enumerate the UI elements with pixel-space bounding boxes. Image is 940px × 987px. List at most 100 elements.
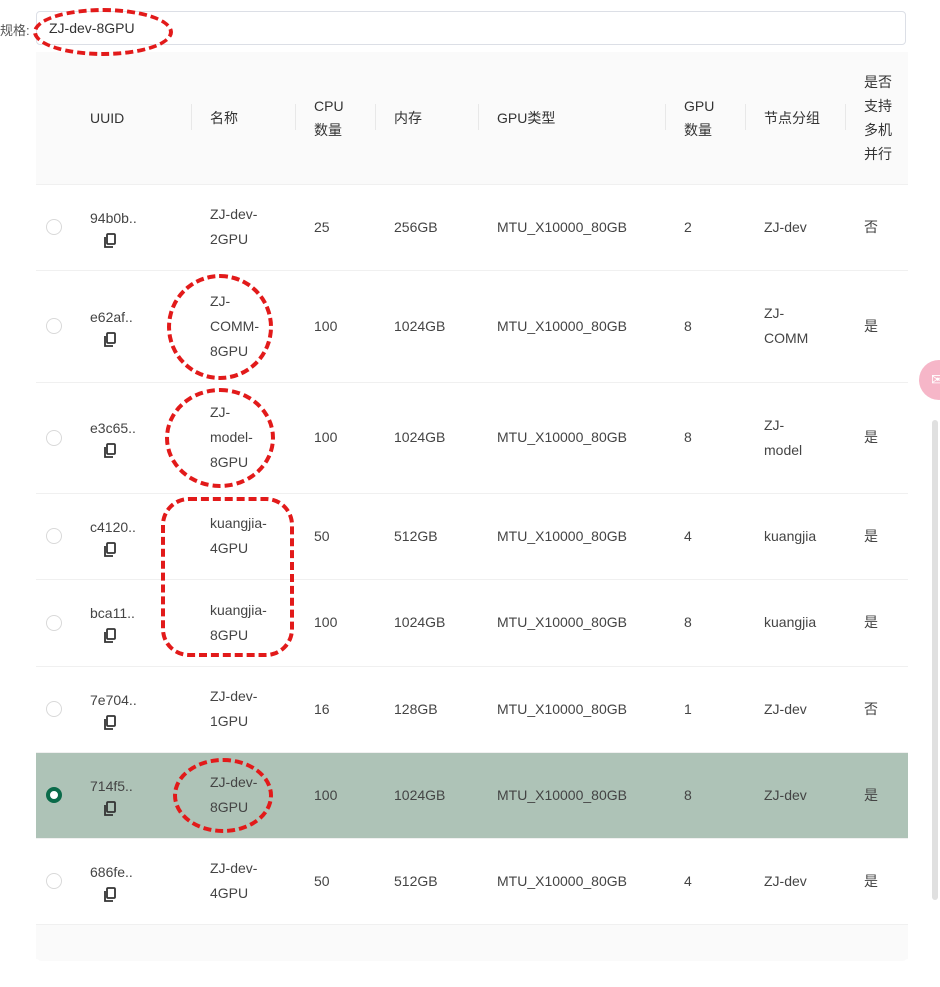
cell-cpu: 50	[314, 872, 330, 889]
row-select[interactable]	[36, 752, 90, 838]
cell-memory: 512GB	[394, 872, 438, 889]
header-multi-machine: 是否 支持 多机 并行	[864, 73, 892, 162]
copy-icon[interactable]	[103, 541, 117, 558]
copy-icon[interactable]	[103, 232, 117, 249]
cell-gpu-count: 8	[684, 429, 692, 445]
row-radio[interactable]	[46, 219, 62, 235]
cell-gpu-type: MTU_X10000_80GB	[497, 527, 627, 544]
uuid-text: c4120..	[90, 518, 136, 535]
cell-multi-machine: 是	[864, 527, 878, 544]
cell-name: ZJ- COMM- 8GPU	[210, 292, 259, 359]
header-gpu-type: GPU类型	[479, 52, 666, 184]
row-radio[interactable]	[46, 787, 62, 803]
cell-name: kuangjia- 8GPU	[210, 601, 267, 643]
cell-memory: 1024GB	[394, 317, 446, 334]
cell-gpu-count: 2	[684, 218, 692, 235]
table-row[interactable]: 7e704.. ZJ-dev- 1GPU 16 128GB MTU_X10000_80G…	[36, 666, 908, 752]
cell-multi-machine: 否	[864, 700, 878, 717]
spec-input[interactable]: ZJ-dev-8GPU	[36, 11, 906, 45]
table-row[interactable]: bca11.. kuangjia- 8GPU 100 1024GB MTU_X10000…	[36, 579, 908, 666]
cell-gpu-count: 8	[684, 317, 692, 334]
cell-gpu-count: 4	[684, 872, 692, 889]
cell-uuid: 94b0b..	[90, 184, 192, 270]
table-row[interactable]: e62af.. ZJ- COMM- 8GPU 100 1024GB MTU_X10000…	[36, 270, 908, 382]
cell-uuid: 7e704..	[90, 666, 192, 752]
cell-node-group: ZJ- COMM	[764, 305, 809, 346]
floating-chat-button[interactable]: ✉	[919, 360, 940, 400]
cell-cpu: 25	[314, 218, 330, 235]
uuid-text: bca11..	[90, 605, 135, 621]
row-radio[interactable]	[46, 429, 62, 446]
cell-memory: 1024GB	[394, 614, 446, 630]
row-select[interactable]	[36, 184, 90, 270]
copy-icon[interactable]	[103, 443, 117, 459]
table-row[interactable]: 94b0b.. ZJ-dev- 2GPU 25 256GB MTU_X10000_80G…	[36, 184, 908, 270]
cell-cpu: 100	[314, 429, 338, 445]
row-select[interactable]	[36, 666, 90, 752]
cell-gpu-type: MTU_X10000_80GB	[497, 317, 627, 334]
cell-node-group: ZJ-dev	[764, 700, 807, 717]
row-select[interactable]	[36, 579, 90, 666]
cell-gpu-type: MTU_X10000_80GB	[497, 218, 627, 235]
row-radio[interactable]	[46, 873, 62, 889]
cell-multi-machine: 是	[864, 614, 878, 630]
header-node-group: 节点分组	[746, 52, 846, 184]
cell-node-group: ZJ-dev	[764, 872, 807, 889]
row-radio[interactable]	[46, 614, 62, 631]
uuid-text: e62af..	[90, 308, 133, 325]
cell-name: ZJ-dev- 8GPU	[210, 774, 258, 815]
row-select[interactable]	[36, 838, 90, 924]
cell-multi-machine: 是	[864, 317, 878, 334]
cell-memory: 1024GB	[394, 429, 446, 445]
cell-uuid: 686fe..	[90, 838, 192, 924]
cell-gpu-type: MTU_X10000_80GB	[497, 614, 627, 630]
table-row[interactable]: e3c65.. ZJ- model- 8GPU 100 1024GB MTU_X1000…	[36, 382, 908, 493]
cell-uuid: c4120..	[90, 493, 192, 579]
cell-memory: 512GB	[394, 527, 438, 544]
cell-gpu-type: MTU_X10000_80GB	[497, 429, 627, 445]
copy-icon[interactable]	[103, 714, 117, 731]
cell-multi-machine: 是	[864, 872, 878, 889]
table-row[interactable]: 686fe.. ZJ-dev- 4GPU 50 512GB MTU_X10000_80G…	[36, 838, 908, 924]
table-header-row: UUID 名称 CPU 数量 内存 GPU类型 GPU 数量 节点分组 是否 支…	[36, 52, 908, 184]
cell-memory: 128GB	[394, 700, 438, 717]
cell-cpu: 100	[314, 317, 338, 334]
cell-uuid: e62af..	[90, 270, 192, 382]
header-select	[36, 52, 90, 184]
row-select[interactable]	[36, 493, 90, 579]
table-row[interactable]: 714f5.. ZJ-dev- 8GPU 100 1024GB MTU_X10000_8…	[36, 752, 908, 838]
uuid-text: e3c65..	[90, 420, 136, 436]
chat-icon: ✉	[931, 372, 940, 389]
cell-node-group: ZJ-dev	[764, 786, 807, 803]
cell-gpu-count: 8	[684, 614, 692, 630]
cell-gpu-type: MTU_X10000_80GB	[497, 700, 627, 717]
copy-icon[interactable]	[103, 886, 117, 903]
row-radio[interactable]	[46, 701, 62, 717]
uuid-text: 94b0b..	[90, 209, 137, 226]
cell-cpu: 100	[314, 614, 338, 630]
cell-name: ZJ-dev- 1GPU	[210, 688, 258, 729]
cell-name: kuangjia- 4GPU	[210, 515, 267, 556]
uuid-text: 686fe..	[90, 863, 133, 880]
cell-name: ZJ-dev- 4GPU	[210, 860, 258, 901]
cell-multi-machine: 是	[864, 429, 878, 445]
cell-name: ZJ- model- 8GPU	[210, 404, 253, 470]
row-select[interactable]	[36, 382, 90, 493]
copy-icon[interactable]	[103, 628, 117, 644]
cell-cpu: 100	[314, 786, 338, 803]
copy-icon[interactable]	[103, 800, 117, 817]
cell-gpu-type: MTU_X10000_80GB	[497, 872, 627, 889]
row-radio[interactable]	[46, 528, 62, 544]
scrollbar[interactable]	[932, 420, 938, 900]
copy-icon[interactable]	[103, 331, 117, 348]
uuid-text: 7e704..	[90, 691, 137, 708]
cell-node-group: ZJ-dev	[764, 218, 807, 235]
row-select[interactable]	[36, 270, 90, 382]
table-row[interactable]: c4120.. kuangjia- 4GPU 50 512GB MTU_X10000_8…	[36, 493, 908, 579]
cell-multi-machine: 否	[864, 218, 878, 235]
cell-uuid: e3c65..	[90, 382, 192, 493]
uuid-text: 714f5..	[90, 777, 133, 794]
row-radio[interactable]	[46, 318, 62, 334]
cell-uuid: bca11..	[90, 579, 192, 666]
cell-node-group: kuangjia	[764, 614, 817, 630]
